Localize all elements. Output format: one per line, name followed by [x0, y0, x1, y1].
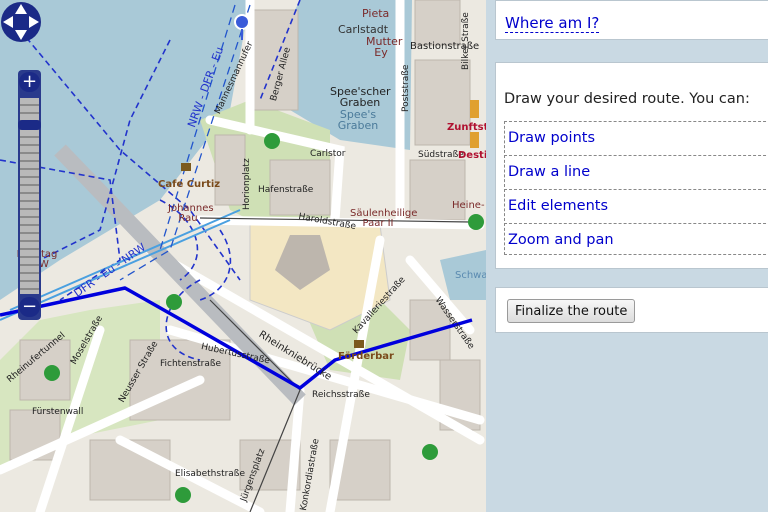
map-label: Fürstenwall	[32, 407, 84, 417]
pan-control[interactable]	[0, 0, 42, 44]
zoom-control[interactable]: + −	[18, 70, 41, 320]
map-label: Pieta	[362, 7, 390, 20]
zoom-in-button[interactable]: +	[19, 72, 40, 92]
map-label: Förderbar	[338, 351, 394, 362]
map-label: Spee'scher Graben	[330, 85, 391, 109]
route-tools-box: Draw your desired route. You can: Draw p…	[495, 62, 768, 269]
tool-zoom-pan[interactable]: Zoom and pan	[504, 223, 768, 255]
tool-draw-line[interactable]: Draw a line	[504, 155, 768, 187]
map-label: Bilker Straße	[461, 12, 471, 70]
map-canvas[interactable]	[0, 0, 486, 512]
map-label: Carlstadt	[338, 23, 389, 36]
location-box: Where am I?	[495, 0, 768, 40]
where-am-i-link[interactable]: Where am I?	[505, 14, 600, 33]
map-label: Mutter Ey	[366, 35, 403, 59]
map-label: Fichtenstraße	[160, 359, 222, 369]
map-label: Cafe Curtiz	[158, 179, 221, 190]
map-label: Horionplatz	[242, 158, 252, 210]
zoom-slider-handle[interactable]	[18, 120, 41, 131]
map-label: Südstraße	[418, 150, 464, 160]
map-label: Zunftst	[447, 122, 486, 133]
map-label: Elisabethstraße	[175, 469, 246, 479]
tool-label: Edit elements	[508, 198, 609, 214]
instructions-text: Draw your desired route. You can:	[504, 91, 750, 107]
map-label: Schwa	[455, 270, 486, 281]
map-label: Spee's Graben	[337, 108, 379, 132]
map-label: Reichsstraße	[312, 390, 370, 400]
side-panel: Where am I? Draw your desired route. You…	[486, 0, 768, 512]
map-view[interactable]: Pieta Carlstadt Mutter Ey Bastionstraße …	[0, 0, 486, 512]
tool-draw-points[interactable]: Draw points	[504, 121, 768, 153]
tool-label: Draw a line	[508, 164, 591, 180]
tool-label: Zoom and pan	[508, 232, 614, 248]
tool-label: Draw points	[508, 130, 596, 146]
map-label: Heine-	[452, 200, 485, 211]
map-label: Poststraße	[401, 64, 411, 112]
map-label: Johannes Rau	[168, 203, 214, 224]
finalize-route-button[interactable]: Finalize the route	[507, 299, 636, 323]
tool-edit-elements[interactable]: Edit elements	[504, 189, 768, 221]
map-label: Säulenheilige Paar II	[350, 208, 418, 229]
zoom-out-button[interactable]: −	[19, 297, 40, 317]
map-label: Carlstor	[310, 149, 346, 159]
map-label: Desti	[458, 150, 486, 161]
map-label: Hafenstraße	[258, 185, 314, 195]
finalize-box: Finalize the route	[495, 287, 768, 333]
